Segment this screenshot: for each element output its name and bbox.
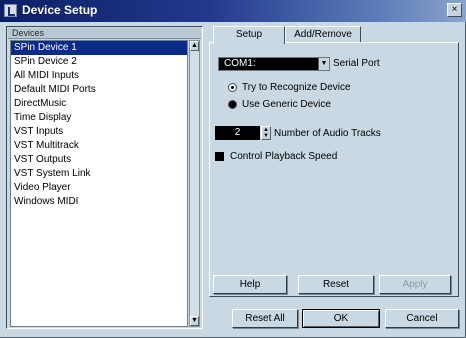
radio-generic-device[interactable] xyxy=(228,100,237,109)
devices-scrollbar[interactable]: ▲ ▼ xyxy=(189,40,200,327)
list-item[interactable]: VST Multitrack xyxy=(11,139,187,153)
cancel-button[interactable]: Cancel xyxy=(385,309,459,328)
devices-header: Devices xyxy=(8,28,201,39)
radio-recognize-label: Try to Recognize Device xyxy=(242,82,351,93)
reset-all-button[interactable]: Reset All xyxy=(232,309,298,328)
devices-list[interactable]: SPin Device 1 SPin Device 2 All MIDI Input… xyxy=(10,40,188,327)
audio-tracks-input[interactable]: 2 xyxy=(215,126,260,140)
radio-recognize-device[interactable] xyxy=(228,83,237,92)
window-title: Device Setup xyxy=(22,3,98,17)
apply-button[interactable]: Apply xyxy=(379,275,451,294)
title-bar[interactable]: Device Setup × xyxy=(0,0,466,22)
control-playback-label: Control Playback Speed xyxy=(230,151,338,162)
list-item[interactable]: All MIDI Inputs xyxy=(11,69,187,83)
serial-port-value: COM1: xyxy=(224,58,256,69)
audio-tracks-stepper[interactable]: ▲ ▼ xyxy=(261,126,271,140)
list-item[interactable]: Time Display xyxy=(11,111,187,125)
serial-port-label: Serial Port xyxy=(333,58,380,69)
close-button[interactable]: × xyxy=(447,3,462,17)
scroll-down-icon[interactable]: ▼ xyxy=(190,316,199,326)
scroll-up-icon[interactable]: ▲ xyxy=(190,41,199,51)
help-button[interactable]: Help xyxy=(213,275,287,294)
list-item[interactable]: SPin Device 2 xyxy=(11,55,187,69)
audio-tracks-label: Number of Audio Tracks xyxy=(274,128,381,139)
list-item[interactable]: Windows MIDI xyxy=(11,195,187,209)
list-item[interactable]: DirectMusic xyxy=(11,97,187,111)
list-item[interactable]: Default MIDI Ports xyxy=(11,83,187,97)
list-item[interactable]: VST Outputs xyxy=(11,153,187,167)
reset-button[interactable]: Reset xyxy=(298,275,374,294)
control-playback-checkbox[interactable] xyxy=(215,152,224,161)
list-item[interactable]: VST Inputs xyxy=(11,125,187,139)
list-item[interactable]: VST System Link xyxy=(11,167,187,181)
tab-add-remove[interactable]: Add/Remove xyxy=(285,26,361,43)
app-icon xyxy=(4,4,17,17)
serial-port-select[interactable]: COM1: ▼ xyxy=(218,57,330,71)
list-item[interactable]: SPin Device 1 xyxy=(11,41,187,55)
devices-panel: Devices SPin Device 1 SPin Device 2 All MI… xyxy=(6,26,203,329)
device-setup-window: Device Setup × Devices SPin Device 1 SPin… xyxy=(0,0,466,338)
radio-generic-label: Use Generic Device xyxy=(242,99,331,110)
ok-button[interactable]: OK xyxy=(302,309,380,328)
tab-setup[interactable]: Setup xyxy=(213,26,285,44)
chevron-down-icon[interactable]: ▼ xyxy=(318,58,329,70)
setup-tab-panel xyxy=(209,42,459,297)
list-item[interactable]: Video Player xyxy=(11,181,187,195)
